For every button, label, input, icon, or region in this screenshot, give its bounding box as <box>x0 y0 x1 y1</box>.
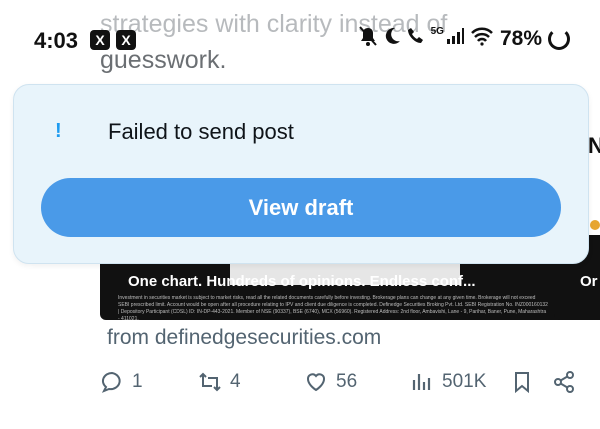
wifi-icon <box>470 26 494 52</box>
battery-ring-icon <box>548 28 570 50</box>
post-actions: 1 4 56 501K <box>100 370 580 400</box>
heart-icon <box>307 373 325 392</box>
status-bar: 4:03 X X 5G 78% <box>0 24 600 60</box>
reply-icon <box>101 371 121 393</box>
x-app-icon: X <box>90 30 110 50</box>
repost-count: 4 <box>230 371 241 392</box>
link-source[interactable]: from definedgesecurities.com <box>107 326 381 350</box>
like-button[interactable]: 56 <box>304 370 357 394</box>
repost-button[interactable]: 4 <box>198 370 241 394</box>
network-type: 5G <box>430 25 444 37</box>
like-count: 56 <box>336 371 358 392</box>
views-button[interactable]: 501K <box>410 370 486 394</box>
view-draft-button[interactable]: View draft <box>41 178 561 237</box>
card-next-title: Or <box>580 273 598 290</box>
alert-icon: ! <box>55 120 62 142</box>
battery-level: 78% <box>499 27 542 50</box>
x-app-icon: X <box>116 30 136 50</box>
next-post-peek: N <box>588 130 600 162</box>
wifi-calling-icon <box>407 26 425 52</box>
peek-letter: N <box>588 133 600 158</box>
share-icon <box>554 371 574 393</box>
mute-icon <box>358 26 377 52</box>
moon-icon <box>383 26 401 52</box>
reply-count: 1 <box>132 371 143 392</box>
bookmark-icon <box>515 372 529 394</box>
card-disclaimer: Investment in securities market is subje… <box>118 295 548 320</box>
views-icon <box>412 374 431 390</box>
bookmark-button[interactable] <box>510 370 534 394</box>
share-button[interactable] <box>552 370 576 394</box>
signal-icon <box>446 27 464 51</box>
failed-post-toast: ! Failed to send post View draft <box>13 84 589 264</box>
status-time: 4:03 <box>34 28 79 53</box>
toast-message: Failed to send post <box>108 119 294 144</box>
repost-icon <box>199 372 221 392</box>
view-count: 501K <box>442 371 487 392</box>
emoji-dot-icon <box>590 220 600 230</box>
reply-button[interactable]: 1 <box>100 370 143 394</box>
card-title: One chart. Hundreds of opinions. Endless… <box>128 273 476 290</box>
status-icons: 5G 78% <box>358 25 570 52</box>
